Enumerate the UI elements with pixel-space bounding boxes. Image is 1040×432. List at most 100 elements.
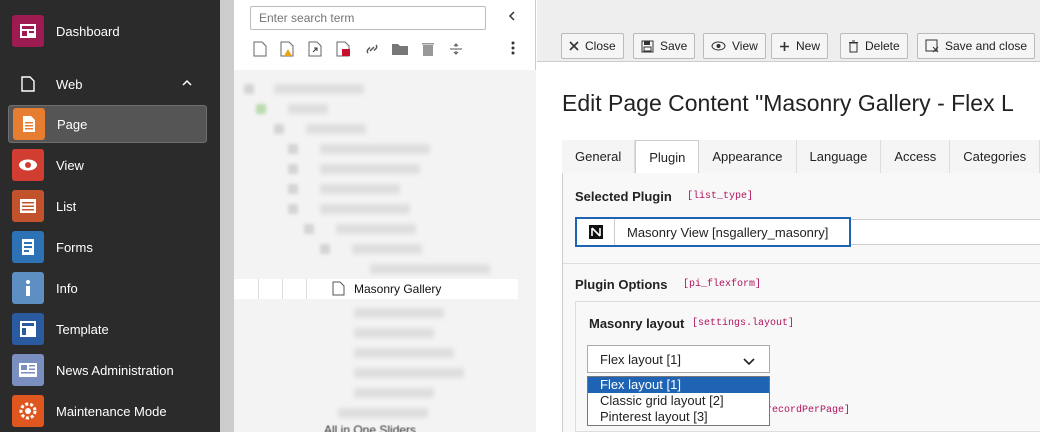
save-and-close-button[interactable]: Save and close: [917, 33, 1036, 59]
tree-node-icon: [274, 124, 284, 134]
save-button[interactable]: Save: [633, 33, 696, 59]
tree-node-blurred[interactable]: [306, 124, 366, 134]
tree-node-icon: [244, 84, 254, 94]
tab-plugin[interactable]: Plugin: [635, 140, 700, 174]
module-info[interactable]: Info: [8, 269, 207, 307]
mountpoint-page-icon[interactable]: [334, 40, 353, 59]
close-button[interactable]: Close: [561, 33, 624, 59]
tree-node-blurred[interactable]: [354, 388, 434, 398]
trash-icon: [849, 40, 858, 52]
delete-button[interactable]: Delete: [840, 33, 908, 59]
save-and-close-label: Save and close: [945, 39, 1028, 53]
tree-node-blurred[interactable]: [320, 144, 430, 154]
module-label: List: [56, 198, 77, 214]
info-icon: [12, 272, 44, 304]
tree-node-icon: [288, 204, 298, 214]
module-list[interactable]: List: [8, 187, 207, 225]
list-icon: [12, 190, 44, 222]
selected-plugin-field-extension: [851, 219, 1040, 245]
module-label: View: [56, 157, 84, 173]
tree-node-blurred[interactable]: [354, 308, 444, 318]
more-vertical-icon[interactable]: [510, 40, 516, 59]
content-tabs: General Plugin Appearance Language Acces…: [562, 140, 1040, 174]
tree-node-blurred[interactable]: [320, 204, 410, 214]
shortcut-page-icon[interactable]: [306, 40, 325, 59]
new-page-warning-icon[interactable]: [278, 40, 297, 59]
tree-node-label[interactable]: All in One Sliders: [324, 423, 416, 432]
page-tree: Masonry Gallery: [234, 70, 536, 432]
tree-node-icon: [256, 104, 266, 114]
tree-node-blurred[interactable]: [274, 84, 364, 94]
module-page[interactable]: Page: [8, 105, 207, 143]
tree-search-input[interactable]: [250, 6, 486, 30]
eye-icon: [711, 41, 726, 51]
selected-plugin-label: Selected Plugin: [575, 189, 672, 204]
module-forms[interactable]: Forms: [8, 228, 207, 266]
module-label: Forms: [56, 239, 93, 255]
tree-node-selected[interactable]: Masonry Gallery: [234, 279, 518, 299]
module-label: Page: [57, 116, 88, 132]
view-button[interactable]: View: [703, 33, 766, 59]
tree-node-blurred[interactable]: [352, 244, 422, 254]
tree-node-blurred[interactable]: [320, 164, 420, 174]
new-label: New: [796, 39, 821, 53]
masonry-layout-selected: Flex layout [1]: [600, 351, 681, 367]
tab-categories[interactable]: Categories: [950, 140, 1040, 173]
module-group-web[interactable]: Web: [8, 68, 207, 100]
option-flex-layout[interactable]: Flex layout [1]: [588, 377, 769, 393]
masonry-layout-label: Masonry layout: [589, 316, 685, 331]
module-menu-scrollbar[interactable]: [220, 0, 234, 432]
tree-node-blurred[interactable]: [354, 348, 454, 358]
module-view[interactable]: View: [8, 146, 207, 184]
page-icon: [332, 281, 345, 299]
spacer-icon[interactable]: [446, 40, 465, 59]
maintenance-icon: [12, 395, 44, 427]
selected-plugin-value: Masonry View [nsgallery_masonry]: [627, 224, 829, 240]
module-dashboard[interactable]: Dashboard: [8, 12, 207, 50]
tab-access[interactable]: Access: [881, 140, 951, 173]
tree-node-blurred[interactable]: [354, 328, 434, 338]
new-button[interactable]: New: [771, 33, 829, 59]
module-news-administration[interactable]: News Administration: [8, 351, 207, 389]
page-title: Edit Page Content "Masonry Gallery - Fle…: [562, 90, 1014, 116]
tree-line: [306, 279, 307, 299]
forms-icon: [12, 231, 44, 263]
module-group-label: Web: [56, 76, 83, 92]
content-area: Close Save View New Delete Save and clos…: [537, 0, 1040, 432]
eye-icon: [12, 149, 44, 181]
module-label: Maintenance Mode: [56, 403, 167, 419]
folder-icon[interactable]: [390, 40, 409, 59]
tree-toolbar: [250, 38, 465, 60]
tree-node-icon: [288, 144, 298, 154]
option-classic-grid-layout[interactable]: Classic grid layout [2]: [588, 393, 769, 409]
tab-appearance[interactable]: Appearance: [699, 140, 797, 173]
plugin-options-label: Plugin Options: [575, 277, 668, 292]
masonry-layout-select[interactable]: Flex layout [1]: [587, 345, 770, 373]
trash-icon[interactable]: [418, 40, 437, 59]
tree-node-blurred[interactable]: [320, 184, 400, 194]
chevron-down-icon: [743, 355, 755, 370]
tree-node-blurred[interactable]: [338, 408, 428, 418]
tree-node-icon: [288, 184, 298, 194]
selected-plugin-key: [list_type]: [687, 191, 754, 202]
module-maintenance-mode[interactable]: Maintenance Mode: [8, 392, 207, 430]
tree-node-blurred[interactable]: [336, 224, 416, 234]
dashboard-icon: [12, 15, 44, 47]
save-icon: [641, 40, 654, 52]
selected-plugin-field[interactable]: Masonry View [nsgallery_masonry]: [575, 217, 851, 247]
link-icon[interactable]: [362, 40, 381, 59]
tree-node-blurred[interactable]: [370, 264, 490, 274]
tab-general[interactable]: General: [562, 140, 636, 173]
close-label: Close: [585, 39, 616, 53]
chevron-up-icon: [181, 77, 193, 92]
module-label: Dashboard: [56, 23, 120, 39]
page-icon: [13, 108, 45, 140]
module-template[interactable]: Template: [8, 310, 207, 348]
tree-node-blurred[interactable]: [288, 104, 328, 114]
option-pinterest-layout[interactable]: Pinterest layout [3]: [588, 409, 769, 425]
tab-language[interactable]: Language: [796, 140, 882, 173]
new-page-icon[interactable]: [250, 40, 269, 59]
masonry-layout-key: [settings.layout]: [692, 318, 795, 329]
tree-node-blurred[interactable]: [354, 368, 464, 378]
chevron-left-icon[interactable]: [506, 10, 518, 25]
